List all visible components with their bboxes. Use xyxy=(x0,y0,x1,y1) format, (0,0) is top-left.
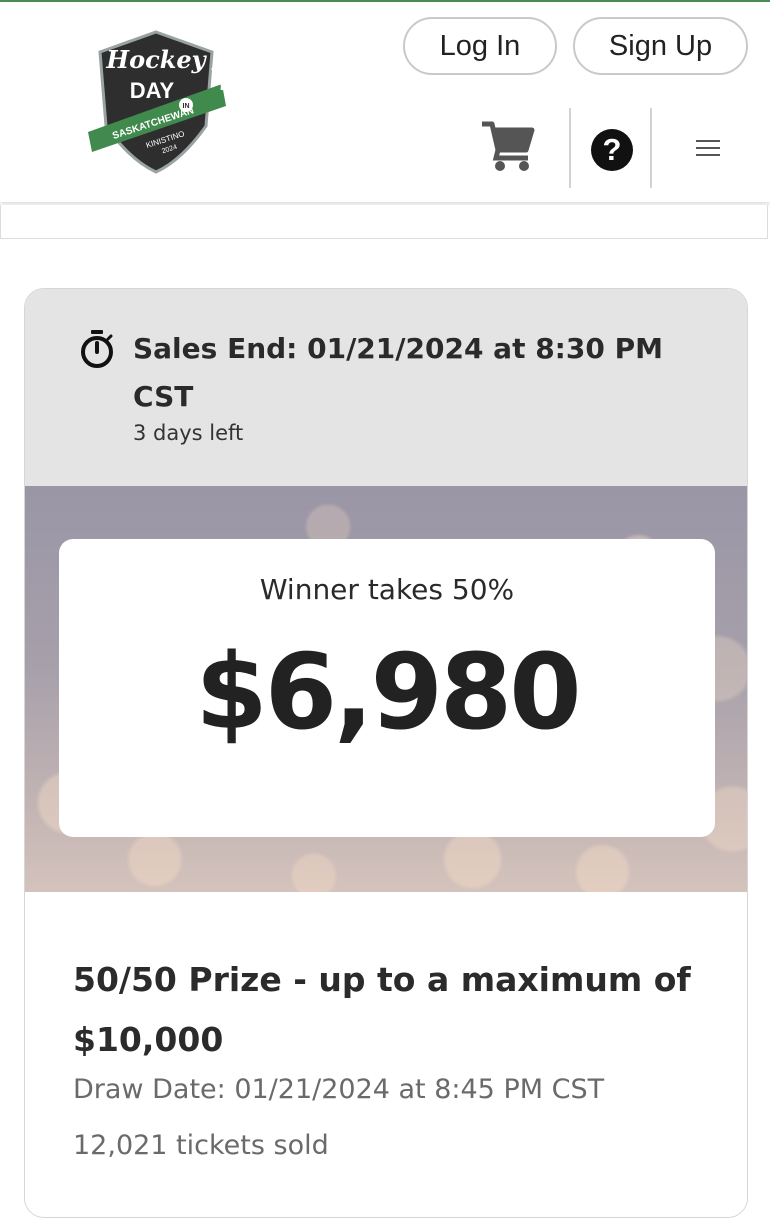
secondary-nav-strip xyxy=(0,205,768,239)
header-divider xyxy=(650,108,652,188)
raffle-card: Sales End: 01/21/2024 at 8:30 PM CST 3 d… xyxy=(24,288,748,1218)
jackpot-box: Winner takes 50% $6,980 xyxy=(59,539,715,837)
help-icon[interactable]: ? xyxy=(591,129,633,171)
winner-takes-text: Winner takes 50% xyxy=(259,573,515,606)
header-divider xyxy=(569,108,571,188)
days-left-text: 3 days left xyxy=(133,421,244,445)
prize-banner: Winner takes 50% $6,980 xyxy=(25,486,747,892)
jackpot-amount: $6,980 xyxy=(195,631,581,753)
draw-date-text: Draw Date: 01/21/2024 at 8:45 PM CST xyxy=(73,1074,605,1105)
sales-end-text: Sales End: 01/21/2024 at 8:30 PM CST xyxy=(133,332,663,413)
log-in-button[interactable]: Log In xyxy=(403,17,557,75)
stopwatch-icon xyxy=(81,330,113,368)
prize-title: 50/50 Prize - up to a maximum of $10,000 xyxy=(73,960,691,1059)
hockey-day-logo[interactable]: Hockey DAY IN SASKATCHEWAN KINISTINO 202… xyxy=(82,28,230,176)
tickets-sold-text: 12,021 tickets sold xyxy=(73,1130,329,1161)
site-header: Hockey DAY IN SASKATCHEWAN KINISTINO 202… xyxy=(0,2,770,202)
hamburger-menu-icon[interactable] xyxy=(696,140,720,158)
sign-up-button[interactable]: Sign Up xyxy=(573,17,748,75)
logo-script-text: Hockey xyxy=(105,45,207,74)
logo-day-text: DAY xyxy=(130,78,175,103)
cart-icon[interactable] xyxy=(480,120,536,172)
prize-details: 50/50 Prize - up to a maximum of $10,000… xyxy=(25,892,747,1217)
sales-end-panel: Sales End: 01/21/2024 at 8:30 PM CST 3 d… xyxy=(25,289,747,486)
